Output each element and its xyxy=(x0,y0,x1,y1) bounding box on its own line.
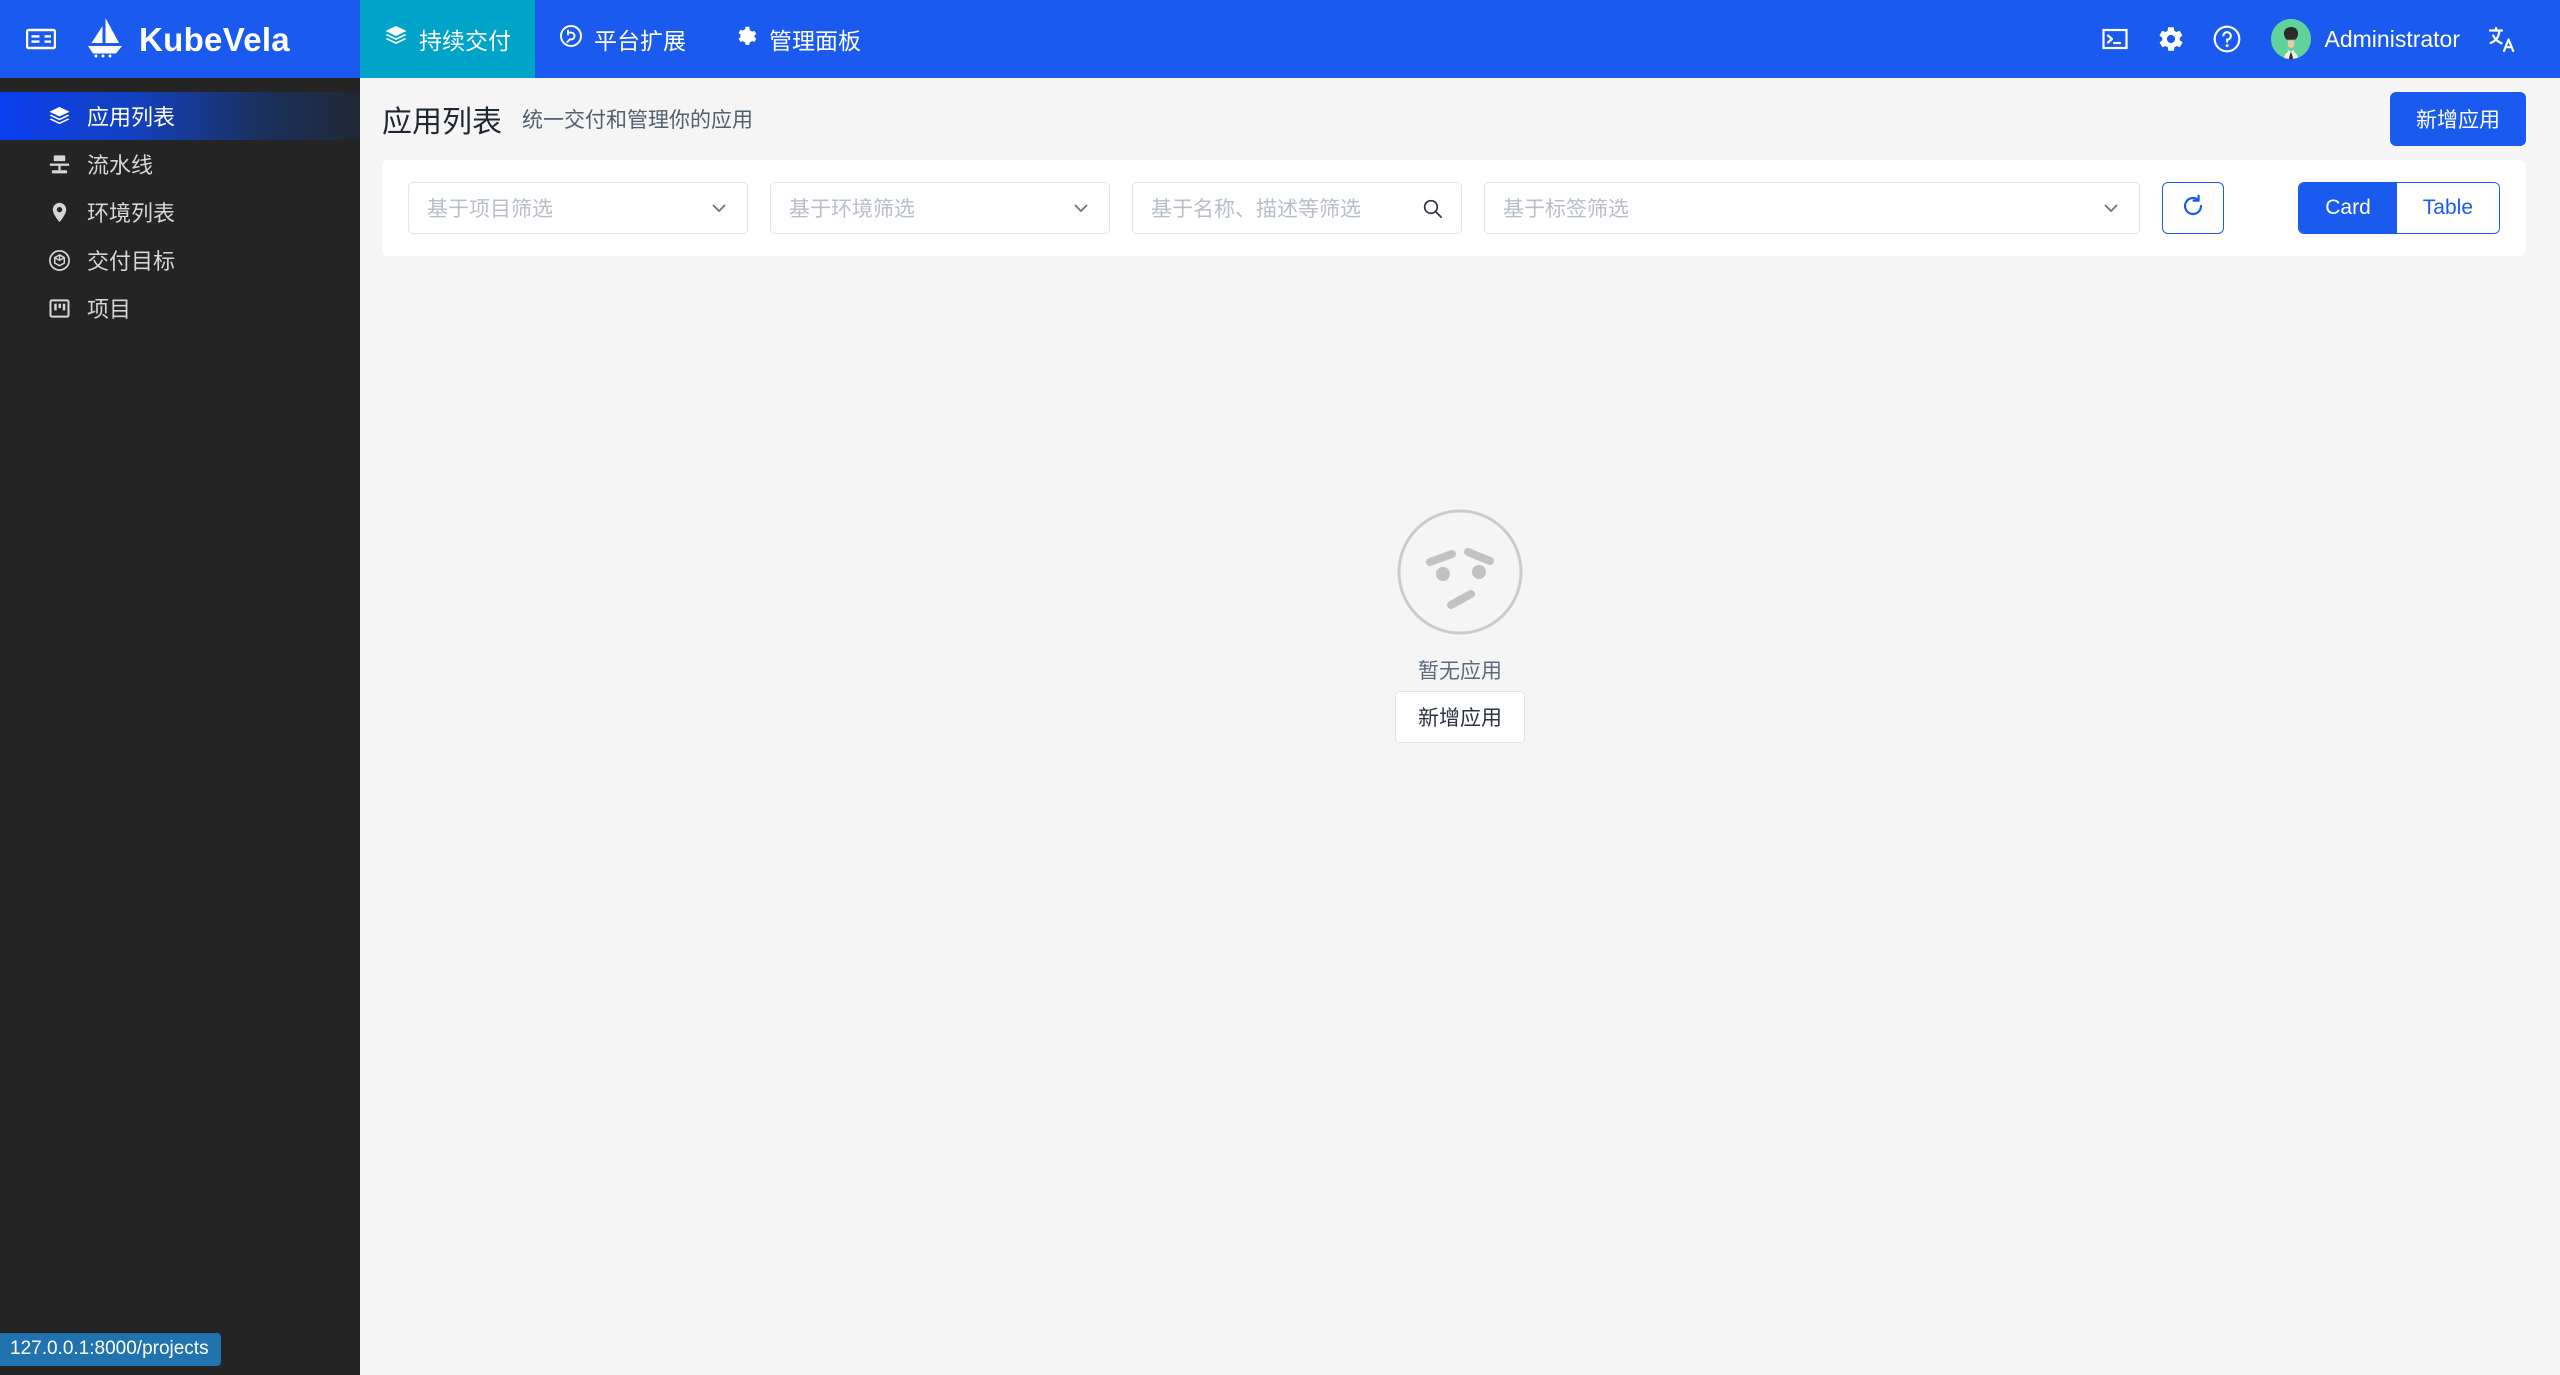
layers-icon xyxy=(47,105,71,128)
chevron-down-icon xyxy=(2087,198,2121,218)
tab-platform-extensions[interactable]: 平台扩展 xyxy=(535,0,710,78)
project-filter-select[interactable]: 基于项目筛选 xyxy=(408,182,748,234)
chevron-down-icon xyxy=(695,198,729,218)
chevron-down-icon xyxy=(1057,198,1091,218)
plug-icon xyxy=(559,24,583,54)
empty-state-add-button[interactable]: 新增应用 xyxy=(1395,691,1525,743)
pipeline-icon xyxy=(47,153,71,176)
cube-target-icon xyxy=(47,249,71,272)
brand-zone: KubeVela xyxy=(0,0,360,78)
tab-continuous-delivery[interactable]: 持续交付 xyxy=(360,0,535,78)
page-subtitle: 统一交付和管理你的应用 xyxy=(522,109,753,132)
tab-admin-panel[interactable]: 管理面板 xyxy=(710,0,885,78)
label-filter-select[interactable]: 基于标签筛选 xyxy=(1484,182,2141,234)
label-filter-placeholder: 基于标签筛选 xyxy=(1503,198,1629,221)
tab-label: 持续交付 xyxy=(419,28,511,54)
status-bar-url: 127.0.0.1:8000/projects xyxy=(0,1333,221,1366)
avatar xyxy=(2270,19,2311,59)
confused-face-icon xyxy=(1396,508,1524,641)
view-mode-table[interactable]: Table xyxy=(2396,183,2499,233)
view-mode-card[interactable]: Card xyxy=(2299,183,2397,233)
user-menu[interactable]: Administrator xyxy=(2255,19,2474,59)
environment-filter-placeholder: 基于环境筛选 xyxy=(789,198,915,221)
add-application-button[interactable]: 新增应用 xyxy=(2390,92,2526,146)
sidebar-item-projects[interactable]: 项目 xyxy=(0,284,360,332)
sidebar-item-label: 应用列表 xyxy=(87,105,176,130)
project-filter-placeholder: 基于项目筛选 xyxy=(427,198,553,221)
sidebar-item-pipelines[interactable]: 流水线 xyxy=(0,140,360,188)
username: Administrator xyxy=(2324,25,2460,52)
sidebar-toggle-icon[interactable] xyxy=(22,20,60,58)
empty-state: 暂无应用 新增应用 xyxy=(360,508,2560,743)
translate-icon[interactable] xyxy=(2474,11,2530,67)
header-spacer xyxy=(885,0,2087,78)
layers-icon xyxy=(384,24,408,54)
sidebar-item-label: 环境列表 xyxy=(87,201,176,226)
sidebar-item-applications[interactable]: 应用列表 xyxy=(0,92,360,140)
sidebar-item-label: 项目 xyxy=(87,297,132,322)
app-root: KubeVela 持续交付 平台扩展 管理面板 Administrator 应用… xyxy=(0,0,2560,1375)
brand-logo[interactable]: KubeVela xyxy=(82,16,290,63)
search-placeholder: 基于名称、描述等筛选 xyxy=(1151,198,1361,221)
top-header: KubeVela 持续交付 平台扩展 管理面板 Administrator xyxy=(0,0,2560,78)
refresh-icon xyxy=(2180,193,2206,224)
sidebar: 应用列表 流水线 环境列表 交付目标 项目 127.0.0.1:8000/pro… xyxy=(0,78,360,1375)
sailboat-logo-icon xyxy=(82,16,126,63)
refresh-button[interactable] xyxy=(2162,182,2225,234)
environment-filter-select[interactable]: 基于环境筛选 xyxy=(770,182,1110,234)
application-list-area: 暂无应用 新增应用 xyxy=(360,256,2560,1375)
gear-icon xyxy=(734,24,758,54)
search-icon[interactable] xyxy=(1412,198,1443,219)
settings-gear-icon[interactable] xyxy=(2143,11,2199,67)
help-icon[interactable] xyxy=(2199,11,2255,67)
search-input[interactable]: 基于名称、描述等筛选 xyxy=(1132,182,1462,234)
top-nav-tabs: 持续交付 平台扩展 管理面板 xyxy=(360,0,885,78)
page-header: 应用列表 统一交付和管理你的应用 新增应用 xyxy=(360,78,2560,160)
sidebar-item-targets[interactable]: 交付目标 xyxy=(0,236,360,284)
header-actions: Administrator xyxy=(2087,0,2560,78)
view-mode-toggle: Card Table xyxy=(2298,182,2500,234)
terminal-icon[interactable] xyxy=(2087,11,2143,67)
main-content: 应用列表 统一交付和管理你的应用 新增应用 基于项目筛选 基于环境筛选 基于名称… xyxy=(360,78,2560,1375)
empty-state-message: 暂无应用 xyxy=(1418,660,1502,683)
project-board-icon xyxy=(47,297,71,320)
body-row: 应用列表 流水线 环境列表 交付目标 项目 127.0.0.1:8000/pro… xyxy=(0,78,2560,1375)
page-title: 应用列表 xyxy=(382,106,502,139)
sidebar-item-environments[interactable]: 环境列表 xyxy=(0,188,360,236)
tab-label: 平台扩展 xyxy=(594,28,686,54)
sidebar-item-label: 流水线 xyxy=(87,153,154,178)
brand-name: KubeVela xyxy=(139,20,290,58)
filter-toolbar: 基于项目筛选 基于环境筛选 基于名称、描述等筛选 基于标签筛选 Card Tab… xyxy=(382,160,2526,256)
sidebar-item-label: 交付目标 xyxy=(87,249,176,274)
tab-label: 管理面板 xyxy=(769,28,861,54)
location-pin-icon xyxy=(47,201,71,224)
